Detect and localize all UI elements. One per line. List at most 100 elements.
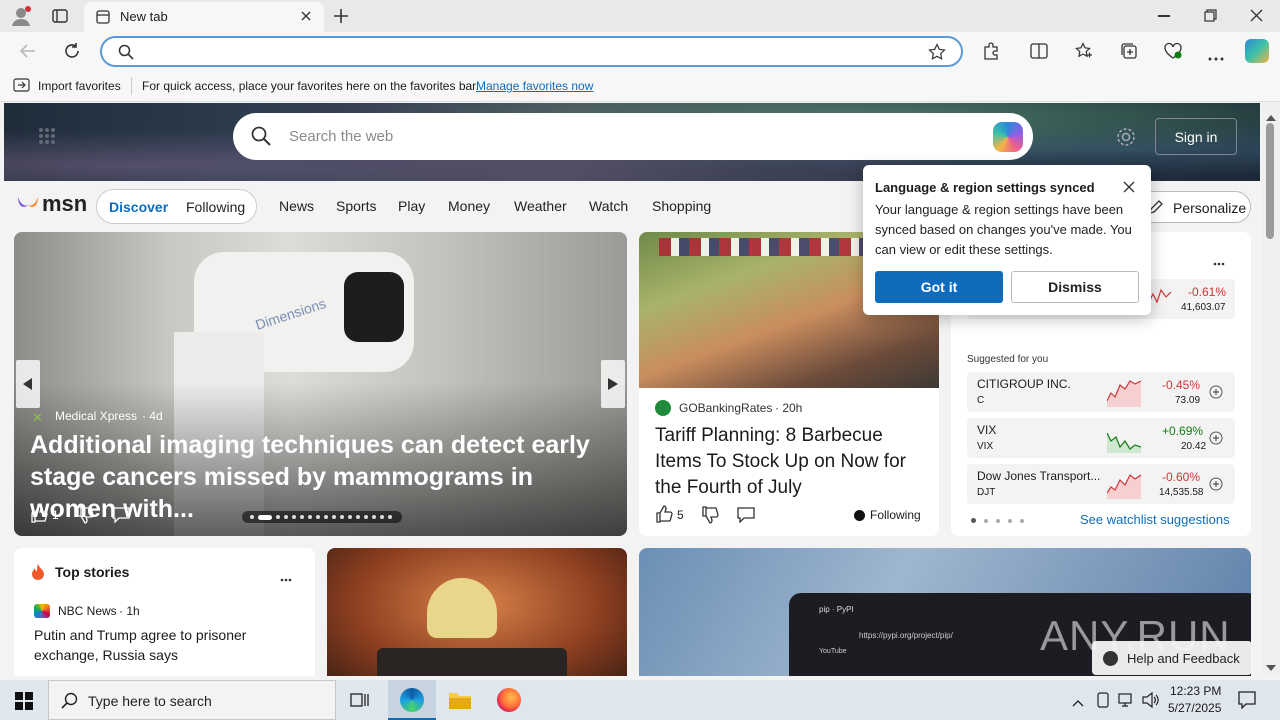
task-view-icon[interactable] xyxy=(350,691,370,712)
top-story-headline[interactable]: Putin and Trump agree to prisoner exchan… xyxy=(34,625,284,665)
device-icon[interactable] xyxy=(1096,692,1110,711)
copilot-search-icon[interactable] xyxy=(993,122,1023,152)
dismiss-button[interactable]: Dismiss xyxy=(1011,271,1139,303)
network-icon[interactable] xyxy=(1118,692,1136,711)
add-to-watchlist-icon[interactable] xyxy=(1209,385,1223,402)
back-icon[interactable] xyxy=(19,43,37,62)
carousel-dot[interactable] xyxy=(316,515,320,519)
featured-article-card[interactable]: Dimensions ✕ Medical Xpress · 4d Additio… xyxy=(14,232,627,536)
extensions-icon[interactable] xyxy=(982,42,1000,63)
watchlist-row-djt[interactable]: Dow Jones Transport... DJT -0.60% 14,535… xyxy=(967,464,1235,504)
page-dot[interactable] xyxy=(996,518,1000,523)
msn-logo[interactable]: msn xyxy=(16,191,87,217)
minimize-button[interactable] xyxy=(1158,15,1170,17)
split-screen-icon[interactable] xyxy=(1030,42,1048,63)
page-dot[interactable] xyxy=(1008,518,1012,523)
top-story-source[interactable]: NBC News xyxy=(58,604,117,618)
add-to-watchlist-icon[interactable] xyxy=(1209,477,1223,494)
carousel-dot[interactable] xyxy=(308,515,312,519)
help-feedback-button[interactable]: Help and Feedback xyxy=(1092,641,1252,675)
firefox-icon[interactable] xyxy=(497,688,521,712)
scroll-down-arrow[interactable] xyxy=(1266,659,1276,674)
article2-headline[interactable]: Tariff Planning: 8 Barbecue Items To Sto… xyxy=(655,423,927,501)
collections-icon[interactable] xyxy=(1120,42,1138,63)
volume-icon[interactable] xyxy=(1142,691,1160,711)
nav-play[interactable]: Play xyxy=(398,198,425,214)
settings-gear-icon[interactable] xyxy=(1116,127,1136,150)
like-icon[interactable] xyxy=(30,505,48,526)
top-stories-more-icon[interactable] xyxy=(280,570,292,585)
watchlist-row-citigroup[interactable]: CITIGROUP INC. C -0.45% 73.09 xyxy=(967,372,1235,412)
page-scrollbar[interactable] xyxy=(1262,103,1280,676)
article2-source[interactable]: GOBankingRates xyxy=(679,401,772,415)
featured-source[interactable]: Medical Xpress xyxy=(55,409,137,423)
nav-weather[interactable]: Weather xyxy=(514,198,567,214)
close-tab-icon[interactable] xyxy=(300,10,312,25)
carousel-dot[interactable] xyxy=(300,515,304,519)
new-tab-button[interactable] xyxy=(332,7,350,25)
carousel-dot[interactable] xyxy=(372,515,376,519)
web-search-box[interactable]: Search the web xyxy=(233,113,1033,160)
performance-icon[interactable] xyxy=(1163,42,1183,63)
favorite-star-icon[interactable] xyxy=(928,43,946,64)
dislike-icon[interactable] xyxy=(701,506,719,527)
nav-money[interactable]: Money xyxy=(448,198,490,214)
carousel-dot[interactable] xyxy=(324,515,328,519)
carousel-dot[interactable] xyxy=(250,515,254,519)
close-window-button[interactable] xyxy=(1250,9,1263,25)
profile-icon[interactable] xyxy=(10,5,32,27)
carousel-dot[interactable] xyxy=(356,515,360,519)
address-bar[interactable] xyxy=(100,36,963,67)
restore-button[interactable] xyxy=(1204,9,1217,25)
file-explorer-icon[interactable] xyxy=(448,689,472,714)
manage-favorites-link[interactable]: Manage favorites now xyxy=(476,79,593,93)
scroll-thumb[interactable] xyxy=(1266,123,1274,239)
scroll-up-arrow[interactable] xyxy=(1266,109,1276,124)
carousel-dot-active[interactable] xyxy=(258,514,272,520)
notifications-icon[interactable] xyxy=(1238,691,1256,712)
import-favorites-button[interactable]: Import favorites xyxy=(38,79,121,93)
page-dot-active[interactable] xyxy=(971,518,976,523)
taskbar-search-box[interactable]: Type here to search xyxy=(48,680,336,720)
carousel-dot[interactable] xyxy=(388,515,392,519)
edge-taskbar-button[interactable] xyxy=(388,680,436,720)
page-dot[interactable] xyxy=(984,518,988,523)
clock-date[interactable]: 5/27/2025 xyxy=(1168,701,1221,715)
nav-watch[interactable]: Watch xyxy=(589,198,628,214)
tab-discover[interactable]: Discover xyxy=(109,199,168,215)
carousel-dot[interactable] xyxy=(276,515,280,519)
more-menu-icon[interactable] xyxy=(1208,49,1224,64)
comment-icon[interactable] xyxy=(737,507,755,526)
tab-actions-icon[interactable] xyxy=(52,8,68,24)
dislike-icon[interactable] xyxy=(76,506,94,527)
watchlist-more-icon[interactable] xyxy=(1213,254,1225,269)
copilot-icon[interactable] xyxy=(1245,39,1269,63)
like-icon[interactable] xyxy=(655,505,673,526)
apps-grid-icon[interactable] xyxy=(38,127,56,148)
carousel-next-button[interactable] xyxy=(601,360,625,408)
clock-time[interactable]: 12:23 PM xyxy=(1170,684,1221,698)
carousel-dot[interactable] xyxy=(340,515,344,519)
carousel-prev-button[interactable] xyxy=(16,360,40,408)
see-watchlist-suggestions-link[interactable]: See watchlist suggestions xyxy=(1080,512,1230,527)
page-dot[interactable] xyxy=(1020,518,1024,523)
carousel-dot[interactable] xyxy=(380,515,384,519)
nav-shopping[interactable]: Shopping xyxy=(652,198,711,214)
system-tray-chevron-icon[interactable] xyxy=(1072,695,1084,710)
watchlist-row-vix[interactable]: VIX VIX +0.69% 20.42 xyxy=(967,418,1235,458)
sign-in-button[interactable]: Sign in xyxy=(1155,118,1237,155)
refresh-icon[interactable] xyxy=(63,42,81,63)
carousel-dot[interactable] xyxy=(348,515,352,519)
nav-news[interactable]: News xyxy=(279,198,314,214)
article2-following[interactable]: Following xyxy=(870,508,921,522)
nav-sports[interactable]: Sports xyxy=(336,198,376,214)
article-card-supplement[interactable] xyxy=(327,548,627,676)
windows-start-icon[interactable] xyxy=(15,692,33,713)
comment-icon[interactable] xyxy=(112,507,130,526)
carousel-dot[interactable] xyxy=(364,515,368,519)
carousel-dot[interactable] xyxy=(292,515,296,519)
personalize-button[interactable]: Personalize xyxy=(1137,191,1251,223)
watchlist-page-dots[interactable] xyxy=(971,518,1024,523)
popup-close-icon[interactable] xyxy=(1123,181,1135,196)
carousel-dots[interactable] xyxy=(242,511,402,523)
